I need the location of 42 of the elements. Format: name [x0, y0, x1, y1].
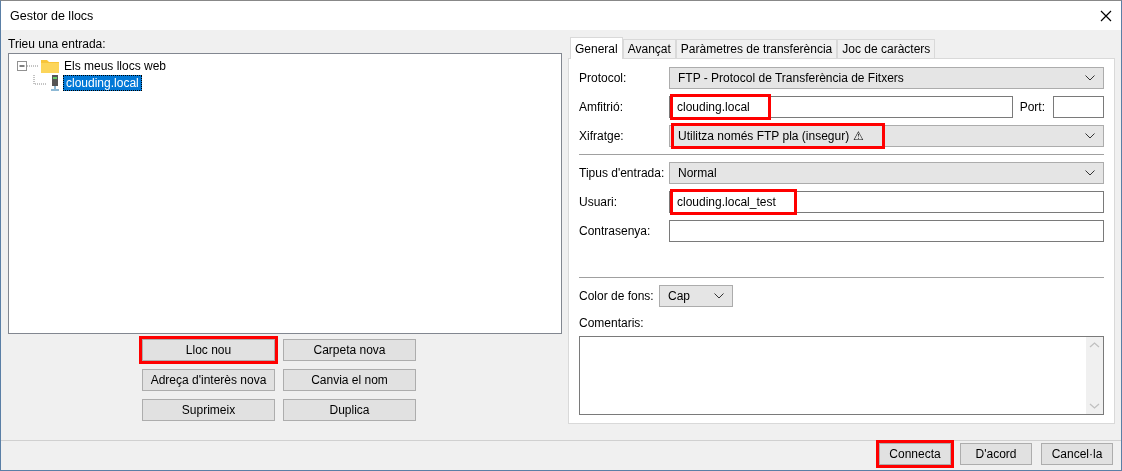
field-label: Amfitrió:: [579, 100, 624, 114]
site-button[interactable]: Duplica: [283, 399, 416, 421]
tab[interactable]: Paràmetres de transferència: [675, 39, 838, 58]
chevron-down-icon: [1085, 133, 1095, 139]
folder-icon: [41, 58, 59, 73]
chevron-down-icon: [714, 293, 724, 299]
dialog-button[interactable]: D'acord: [960, 442, 1032, 465]
field-label: Color de fons:: [579, 289, 655, 303]
dropdown[interactable]: FTP - Protocol de Transferència de Fitxers: [669, 67, 1104, 89]
site-button[interactable]: Suprimeix: [142, 399, 275, 421]
chevron-down-icon: [1085, 75, 1095, 81]
tab[interactable]: General: [570, 37, 623, 59]
site-button[interactable]: Carpeta nova: [283, 339, 416, 361]
password-field[interactable]: [669, 220, 1104, 242]
field-label: Protocol:: [579, 71, 628, 85]
tree-item[interactable]: clouding.local: [63, 74, 142, 91]
field-label: Contrasenya:: [579, 224, 652, 238]
site-button[interactable]: Lloc nou: [142, 339, 275, 361]
chevron-down-icon: [1085, 170, 1095, 176]
dialog-button[interactable]: Cancel·la: [1041, 442, 1113, 465]
site-button[interactable]: Adreça d'interès nova: [142, 369, 275, 391]
field-label: Usuari:: [579, 195, 618, 209]
dialog-button[interactable]: Connecta: [879, 442, 951, 465]
dropdown[interactable]: Normal: [669, 162, 1104, 184]
site-button[interactable]: Canvia el nom: [283, 369, 416, 391]
tab[interactable]: Avançat: [622, 39, 676, 58]
field-label: Tipus d'entrada:: [579, 166, 666, 180]
tree-item[interactable]: Els meus llocs web: [61, 57, 170, 74]
tree-label: Trieu una entrada:: [8, 37, 107, 52]
server-icon: [49, 74, 61, 91]
window-title: Gestor de llocs: [10, 8, 94, 23]
input-field[interactable]: clouding.local: [669, 96, 1013, 118]
field-label: Port:: [1019, 100, 1045, 114]
field-label: Comentaris:: [579, 316, 645, 330]
field-label: Xifratge:: [579, 129, 625, 143]
dropdown[interactable]: Utilitza només FTP pla (insegur) ⚠: [669, 125, 1104, 147]
close-icon[interactable]: [1100, 9, 1112, 22]
color-dropdown[interactable]: Cap: [659, 285, 733, 307]
comments-field[interactable]: [579, 336, 1104, 415]
input-field[interactable]: clouding.local_test: [669, 191, 1104, 213]
tab[interactable]: Joc de caràcters: [837, 39, 936, 58]
port-field[interactable]: [1053, 96, 1104, 118]
